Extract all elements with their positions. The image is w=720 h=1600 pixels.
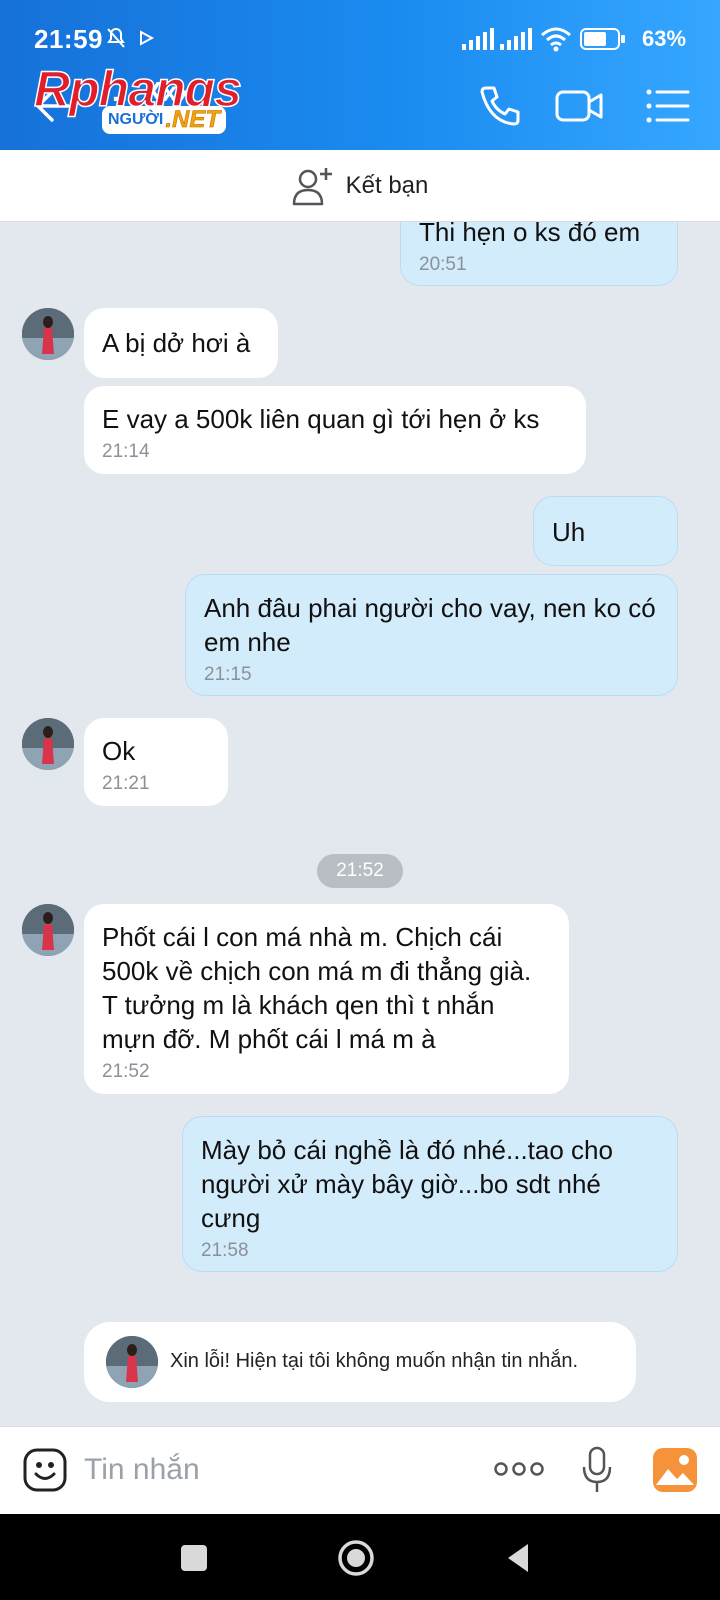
message-time: 21:15 <box>204 664 252 685</box>
add-person-icon <box>292 167 332 205</box>
battery-icon <box>580 28 625 50</box>
home-icon[interactable] <box>336 1538 376 1578</box>
message-text: Thi hẹn o ks đó em <box>419 222 641 247</box>
avatar[interactable] <box>22 718 74 770</box>
message-bubble-incoming[interactable]: Ok 21:21 <box>84 718 228 806</box>
message-bubble-outgoing[interactable]: Thi hẹn o ks đó em 20:51 <box>400 222 678 286</box>
image-gallery-icon[interactable] <box>652 1447 698 1493</box>
auto-reply-notice: Xin lỗi! Hiện tại tôi không muốn nhận ti… <box>84 1322 636 1402</box>
message-text: Ok <box>102 736 136 766</box>
time-divider: 21:52 <box>317 854 403 888</box>
signal-1-icon <box>462 28 494 50</box>
wifi-icon <box>541 27 571 52</box>
video-camera-icon[interactable] <box>554 80 606 132</box>
message-text: Uh <box>552 517 586 547</box>
message-time: 20:51 <box>419 254 467 275</box>
add-friend-label: Kết bạn <box>345 171 429 199</box>
watermark-sub1: NGƯỜI <box>108 111 164 128</box>
message-bubble-outgoing[interactable]: Uh <box>533 496 678 566</box>
status-bar: 21:59 63% <box>0 0 720 62</box>
watermark-sub2: .NET <box>165 106 221 134</box>
message-bubble-outgoing[interactable]: Anh đâu phai người cho vay, nen ko có em… <box>185 574 678 696</box>
message-bubble-incoming[interactable]: A bị dở hơi à <box>84 308 278 378</box>
message-text: Mày bỏ cái nghề là đó nhé...tao cho ngườ… <box>201 1135 613 1233</box>
message-input[interactable]: Tin nhắn <box>84 1453 200 1487</box>
emoji-icon[interactable] <box>22 1447 68 1493</box>
notice-text: Xin lỗi! Hiện tại tôi không muốn nhận ti… <box>170 1350 579 1372</box>
avatar <box>106 1336 158 1388</box>
message-time: 21:14 <box>102 441 150 462</box>
notification-muted-icon <box>107 27 125 48</box>
microphone-icon[interactable] <box>580 1445 614 1495</box>
message-text: Phốt cái l con má nhà m. Chịch cái 500k … <box>102 922 532 1054</box>
play-icon <box>140 30 154 46</box>
avatar[interactable] <box>22 904 74 956</box>
message-bubble-incoming[interactable]: E vay a 500k liên quan gì tới hẹn ở ks 2… <box>84 386 586 474</box>
watermark-logo: Rphangs NGƯỜI .NET <box>33 60 264 140</box>
phone-icon[interactable] <box>474 80 526 132</box>
more-dots-icon[interactable] <box>494 1457 544 1481</box>
message-bubble-incoming[interactable]: Phốt cái l con má nhà m. Chịch cái 500k … <box>84 904 569 1094</box>
recent-apps-icon[interactable] <box>174 1538 214 1578</box>
message-composer: Tin nhắn <box>0 1426 720 1514</box>
message-text: A bị dở hơi à <box>102 328 251 358</box>
signal-2-icon <box>500 28 532 50</box>
back-nav-icon[interactable] <box>500 1538 540 1578</box>
add-friend-button[interactable]: Kết bạn <box>0 150 720 222</box>
avatar[interactable] <box>22 308 74 360</box>
watermark-badge: NGƯỜI .NET <box>102 106 227 134</box>
status-time: 21:59 <box>34 24 103 54</box>
system-nav-bar <box>0 1514 720 1600</box>
top-bar: 21:59 63% ... Xxx Rphangs NGƯỜI .NET <box>0 0 720 150</box>
chat-area[interactable]: Thi hẹn o ks đó em 20:51 A bị dở hơi à E… <box>0 222 720 1426</box>
app-bar: ... Xxx Rphangs NGƯỜI .NET <box>0 60 720 150</box>
message-bubble-outgoing[interactable]: Mày bỏ cái nghề là đó nhé...tao cho ngườ… <box>182 1116 678 1272</box>
list-menu-icon[interactable] <box>642 80 694 132</box>
message-time: 21:52 <box>102 1061 150 1082</box>
battery-percentage: 63% <box>642 26 687 51</box>
message-time: 21:21 <box>102 773 150 794</box>
message-text: Anh đâu phai người cho vay, nen ko có em… <box>204 593 656 657</box>
message-text: E vay a 500k liên quan gì tới hẹn ở ks <box>102 404 540 434</box>
message-time: 21:58 <box>201 1240 249 1261</box>
